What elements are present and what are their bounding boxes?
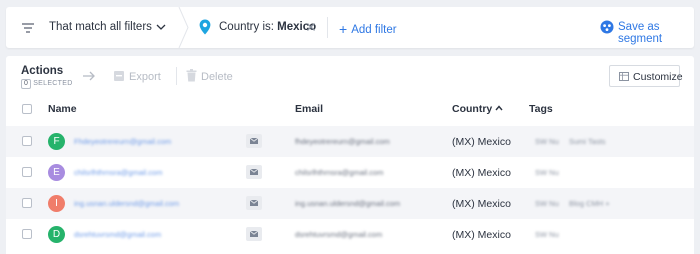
contact-country: (MX) Mexico — [452, 136, 511, 148]
mail-icon — [250, 138, 258, 144]
chevron-down-icon[interactable] — [156, 23, 166, 31]
customize-label: Customize — [633, 71, 683, 83]
arrow-right-icon[interactable] — [82, 70, 96, 82]
column-header-name[interactable]: Name — [48, 103, 77, 115]
checkbox[interactable] — [22, 104, 32, 114]
email-button[interactable] — [246, 134, 262, 148]
avatar: F — [48, 133, 65, 150]
contact-name[interactable]: ing.usnan.uldersnd@gmail.com — [74, 199, 179, 208]
sort-ascending-icon[interactable] — [495, 105, 503, 111]
breadcrumb-divider — [178, 7, 189, 48]
contact-name[interactable]: Fhdeyeotrereurn@gmail.com — [74, 137, 171, 146]
actions-title: Actions — [21, 65, 64, 77]
row-checkbox[interactable] — [22, 198, 32, 208]
table-row[interactable]: E chilsrlhthrnsra@gmail.com chilsrlhthrn… — [6, 157, 694, 188]
email-button[interactable] — [246, 227, 262, 241]
contact-country: (MX) Mexico — [452, 229, 511, 241]
country-header-label: Country — [452, 103, 493, 115]
customize-button[interactable]: Customize — [609, 65, 683, 87]
add-filter-label: Add filter — [351, 24, 397, 36]
actions-separator — [176, 67, 177, 85]
avatar: D — [48, 226, 65, 243]
row-checkbox[interactable] — [22, 167, 32, 177]
contact-name[interactable]: chilsrlhthrnsra@gmail.com — [74, 168, 162, 177]
avatar: I — [48, 195, 65, 212]
trash-icon — [186, 69, 197, 82]
select-all-checkbox[interactable] — [22, 104, 32, 114]
contact-country: (MX) Mexico — [452, 167, 511, 179]
contact-email: chilsrlhthrnsra@gmail.com — [295, 168, 384, 177]
email-button[interactable] — [246, 196, 262, 210]
filter-icon — [22, 23, 34, 33]
match-mode-select[interactable]: That match all filters — [49, 21, 152, 33]
tag-badge: Blog CMH + — [569, 199, 610, 208]
row-checkbox[interactable] — [22, 136, 32, 146]
selected-count: 0 — [21, 79, 32, 89]
filter-chip-prefix: Country is: — [219, 21, 274, 33]
add-filter-button[interactable]: + Add filter — [339, 21, 397, 37]
export-button[interactable]: Export — [129, 71, 161, 83]
selected-indicator: 0 SELECTED — [21, 79, 73, 89]
tag-badge: Sumi Tasts — [569, 137, 606, 146]
contact-email: ing.usnan.uldersnd@gmail.com — [295, 199, 401, 208]
export-icon — [114, 71, 124, 81]
tag-badge: SW Nu — [535, 137, 559, 146]
mail-icon — [250, 169, 258, 175]
contact-email: dsrehtuvrsmd@gmail.com — [295, 230, 383, 239]
selected-label: SELECTED — [33, 80, 73, 87]
close-icon[interactable] — [306, 22, 316, 32]
mail-icon — [250, 200, 258, 206]
delete-button[interactable]: Delete — [201, 71, 233, 83]
email-button[interactable] — [246, 165, 262, 179]
plus-icon: + — [339, 21, 348, 37]
table-row[interactable]: D dsrehtuvrsmd@gmail.com dsrehtuvrsmd@gm… — [6, 219, 694, 250]
avatar: E — [48, 164, 65, 181]
contact-country: (MX) Mexico — [452, 198, 511, 210]
filter-separator — [327, 17, 328, 38]
table-row[interactable]: F Fhdeyeotrereurn@gmail.com fhdeyeotrere… — [6, 126, 694, 157]
save-segment-button[interactable]: Save as segment — [618, 21, 694, 45]
column-header-country[interactable]: Country — [452, 103, 503, 115]
contact-name[interactable]: dsrehtuvrsmd@gmail.com — [74, 230, 161, 239]
row-checkbox[interactable] — [22, 229, 32, 239]
location-pin-icon — [199, 19, 211, 35]
mail-icon — [250, 231, 258, 237]
contact-email: fhdeyeotrereurn@gmail.com — [295, 137, 390, 146]
tag-badge: SW Nu — [535, 168, 559, 177]
tag-badge: SW Nu — [535, 199, 559, 208]
column-header-tags[interactable]: Tags — [529, 103, 553, 115]
tag-badge: SW Nu — [535, 230, 559, 239]
contacts-panel: Actions 0 SELECTED Export Delete Customiz… — [6, 56, 694, 254]
segment-icon[interactable] — [600, 20, 614, 34]
columns-icon — [619, 72, 629, 81]
filter-bar: That match all filters Country is: Mexic… — [6, 7, 694, 48]
table-row[interactable]: I ing.usnan.uldersnd@gmail.com ing.usnan… — [6, 188, 694, 219]
column-header-email[interactable]: Email — [295, 103, 323, 115]
filter-chip-country[interactable]: Country is: Mexico — [219, 21, 316, 33]
